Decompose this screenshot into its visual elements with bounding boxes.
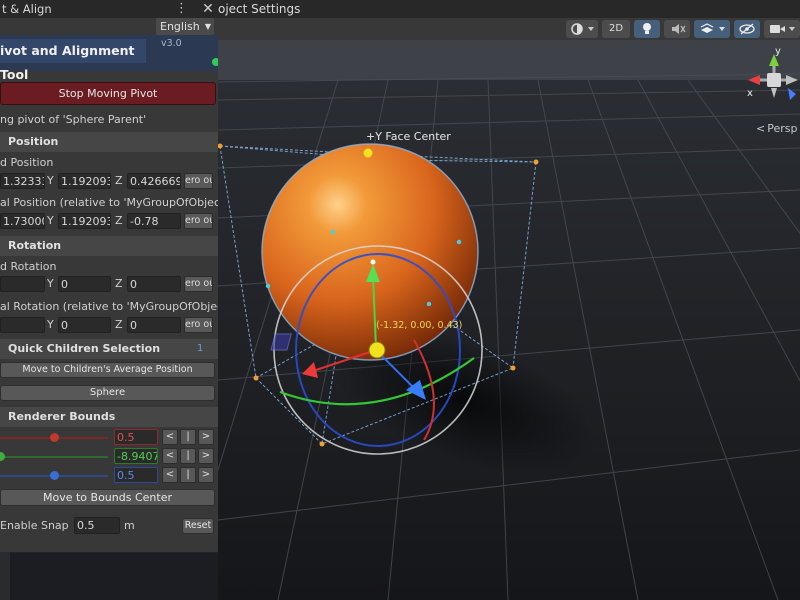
axis-z-label: Z: [115, 318, 123, 331]
scene-render[interactable]: [218, 40, 800, 600]
axis-z-label: Z: [115, 277, 123, 290]
snap-reset-button[interactable]: Reset: [182, 518, 214, 534]
camera-icon[interactable]: [764, 20, 800, 38]
world-position-z-field[interactable]: 0.426669: [127, 173, 181, 189]
lighting-toggle-icon[interactable]: [634, 20, 660, 38]
position-section-header[interactable]: Position: [0, 132, 218, 152]
snap-unit-label: m: [124, 519, 135, 532]
axis-z-label: Z: [115, 174, 123, 187]
bounds-x-min-button[interactable]: <: [162, 429, 178, 445]
top-bar: t & Align ⋮ ✕ oject Settings: [0, 0, 800, 18]
shading-mode-icon[interactable]: [566, 20, 598, 38]
bounds-z-min-button[interactable]: <: [162, 467, 178, 483]
effects-icon[interactable]: [694, 20, 730, 38]
close-icon[interactable]: ✕: [200, 0, 216, 18]
left-edge-strip: [0, 552, 10, 600]
scene-viewport[interactable]: +Y Face Center (-1.32, 0.00, 0.43) y x <…: [218, 40, 800, 600]
axis-y-label: Y: [47, 318, 54, 331]
stop-moving-pivot-button[interactable]: Stop Moving Pivot: [0, 82, 216, 105]
bounds-y-field[interactable]: -8.9407: [114, 448, 158, 464]
children-section-title: Quick Children Selection: [8, 342, 161, 355]
local-rotation-z-field[interactable]: 0: [127, 317, 181, 333]
world-rotation-label: d Rotation: [0, 260, 57, 273]
bounds-z-field[interactable]: 0.5: [114, 467, 158, 483]
projection-toggle[interactable]: < Persp: [756, 122, 799, 135]
children-count-badge: 1: [197, 343, 204, 354]
bounds-z-center-button[interactable]: |: [180, 467, 196, 483]
axis-z-label: Z: [115, 214, 123, 227]
select-child-sphere-button[interactable]: Sphere: [0, 385, 215, 401]
axis-y-label: Y: [47, 174, 54, 187]
tab-project-settings[interactable]: oject Settings: [218, 0, 300, 18]
local-position-z-field[interactable]: -0.78: [127, 213, 181, 229]
bounds-x-center-button[interactable]: |: [180, 429, 196, 445]
hidden-objects-icon[interactable]: [734, 20, 760, 38]
bounds-z-slider-handle[interactable]: [50, 471, 59, 480]
zero-world-rotation-button[interactable]: ero ou: [184, 276, 213, 292]
local-rotation-x-field[interactable]: [0, 317, 45, 333]
snap-value-field[interactable]: 0.5: [74, 517, 120, 534]
world-position-label: d Position: [0, 156, 54, 169]
local-position-label: al Position (relative to 'MyGroupOfObjec…: [0, 196, 218, 209]
move-to-children-average-button[interactable]: Move to Children's Average Position: [0, 362, 215, 378]
world-rotation-y-field[interactable]: 0: [58, 276, 111, 292]
status-indicator: [212, 58, 218, 66]
local-rotation-label: al Rotation (relative to 'MyGroupOfObjec…: [0, 300, 218, 313]
bounds-x-slider-handle[interactable]: [50, 433, 59, 442]
window-menu-icon[interactable]: ⋮: [175, 0, 188, 18]
move-to-bounds-center-button[interactable]: Move to Bounds Center: [0, 489, 215, 506]
scene-toolbar: 2D: [218, 18, 800, 40]
chevron-down-icon: ▼: [204, 22, 211, 31]
axis-y-label: Y: [47, 214, 54, 227]
axis-y-label: Y: [47, 277, 54, 290]
local-rotation-y-field[interactable]: 0: [58, 317, 111, 333]
bounds-y-min-button[interactable]: <: [162, 448, 178, 464]
chevron-left-icon: <: [756, 122, 766, 135]
bounds-x-field[interactable]: 0.5: [114, 429, 158, 445]
world-position-y-field[interactable]: 1.192093: [58, 173, 111, 189]
tool-title: ivot and Alignment Tool: [0, 39, 146, 82]
tool-header: ivot and Alignment Tool v3.0: [0, 35, 218, 82]
bounds-x-max-button[interactable]: >: [198, 429, 214, 445]
language-dropdown[interactable]: English ▼: [156, 18, 214, 35]
face-center-label: +Y Face Center: [366, 130, 451, 143]
window-tab-title[interactable]: t & Align: [0, 0, 174, 18]
enable-snap-label[interactable]: Enable Snap: [0, 519, 69, 532]
world-position-x-field[interactable]: 1.32333: [0, 173, 45, 189]
zero-local-rotation-button[interactable]: ero ou: [184, 317, 213, 333]
world-rotation-z-field[interactable]: 0: [127, 276, 181, 292]
children-section-header[interactable]: Quick Children Selection 1: [0, 339, 218, 359]
gizmo-y-label[interactable]: y: [775, 46, 781, 57]
bounds-y-max-button[interactable]: >: [198, 448, 214, 464]
zero-world-position-button[interactable]: ero ou: [184, 173, 213, 189]
world-rotation-x-field[interactable]: [0, 276, 45, 292]
bounds-z-max-button[interactable]: >: [198, 467, 214, 483]
gizmo-x-label[interactable]: x: [747, 88, 753, 99]
pivot-coordinate-label: (-1.32, 0.00, 0.43): [376, 320, 463, 331]
rotation-section-header[interactable]: Rotation: [0, 236, 218, 256]
bounds-y-center-button[interactable]: |: [180, 448, 196, 464]
pivot-tool-panel: English ▼ ivot and Alignment Tool v3.0 S…: [0, 18, 218, 553]
bounds-y-slider-handle[interactable]: [0, 452, 5, 461]
audio-toggle-icon[interactable]: [664, 20, 690, 38]
language-value: English: [160, 20, 200, 33]
version-label: v3.0: [161, 38, 182, 49]
renderer-bounds-section-header[interactable]: Renderer Bounds: [0, 407, 218, 427]
mode-2d-button[interactable]: 2D: [602, 20, 630, 38]
bounds-y-slider-track[interactable]: [0, 456, 108, 458]
projection-label: Persp: [767, 122, 798, 135]
zero-local-position-button[interactable]: ero ou: [184, 213, 213, 229]
local-position-y-field[interactable]: 1.192093: [58, 213, 111, 229]
status-text: ng pivot of 'Sphere Parent': [0, 113, 147, 126]
local-position-x-field[interactable]: 1.73000: [0, 213, 45, 229]
